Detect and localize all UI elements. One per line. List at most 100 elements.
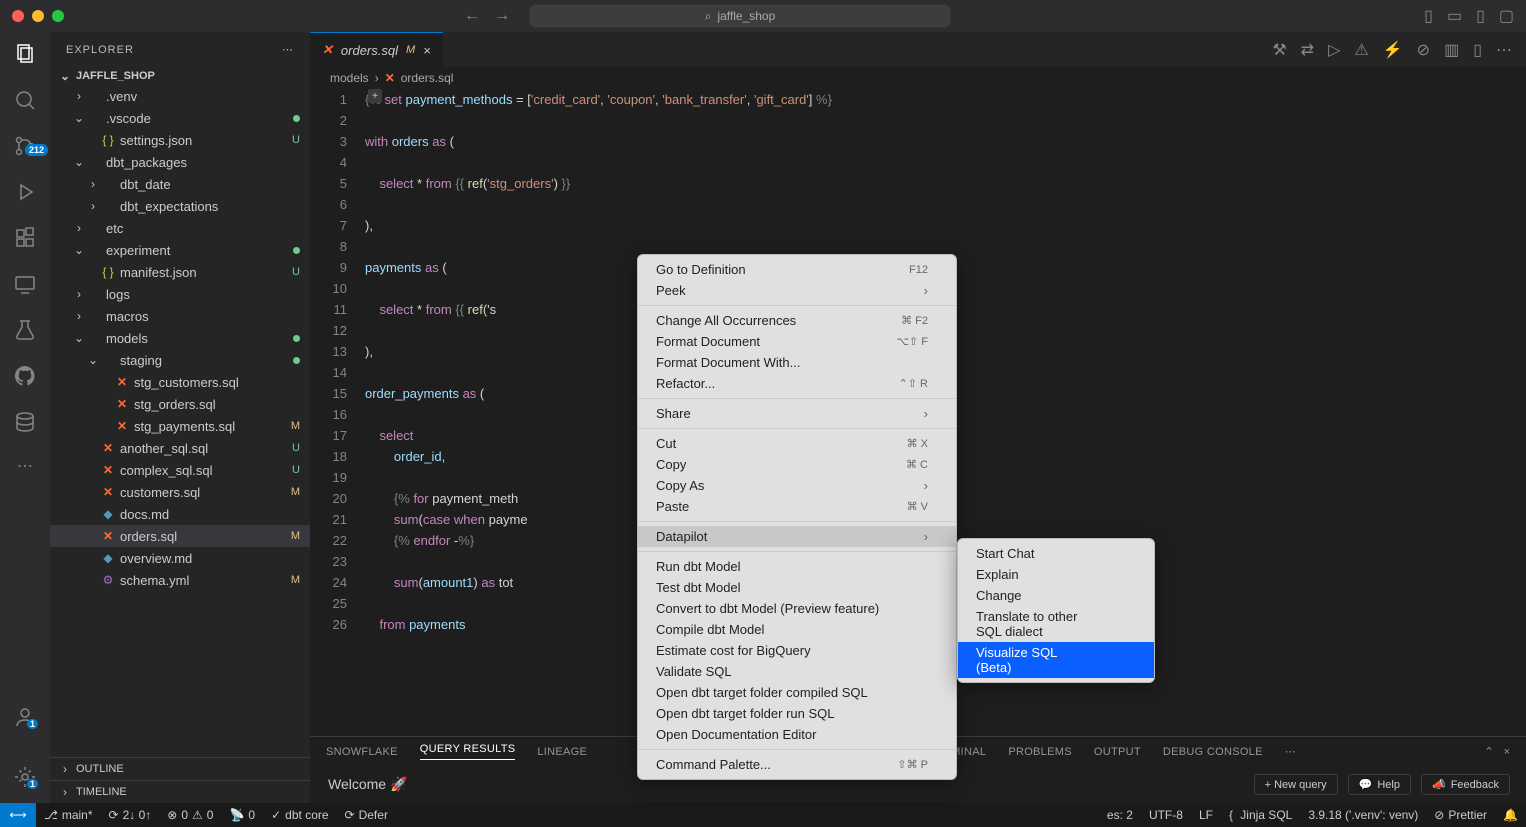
remote-explorer-icon[interactable]: [13, 272, 37, 296]
tree-item[interactable]: ⚙schema.ymlM: [50, 569, 310, 591]
layout-customize-icon[interactable]: ▢: [1499, 6, 1514, 26]
prettier-indicator[interactable]: ⊘ Prettier: [1426, 808, 1495, 822]
menu-item[interactable]: Explain: [958, 564, 1154, 585]
extensions-icon[interactable]: [13, 226, 37, 250]
encoding-indicator[interactable]: UTF-8: [1141, 808, 1191, 822]
scm-icon[interactable]: 212: [13, 134, 37, 158]
menu-item[interactable]: Command Palette...⇧⌘ P: [638, 754, 956, 775]
problems-indicator[interactable]: ⊗ 0 ⚠ 0: [159, 808, 221, 822]
menu-item[interactable]: Convert to dbt Model (Preview feature): [638, 598, 956, 619]
eol-indicator[interactable]: LF: [1191, 808, 1221, 822]
menu-item[interactable]: Peek›: [638, 280, 956, 301]
workspace-root[interactable]: ⌄JAFFLE_SHOP: [50, 67, 310, 85]
tree-item[interactable]: ›logs: [50, 283, 310, 305]
nav-back-icon[interactable]: ←: [464, 7, 480, 25]
github-icon[interactable]: [13, 364, 37, 388]
panel-tab-query-results[interactable]: QUERY RESULTS: [420, 743, 516, 760]
menu-item[interactable]: Copy⌘ C: [638, 454, 956, 475]
menu-item[interactable]: Open dbt target folder run SQL: [638, 703, 956, 724]
defer-indicator[interactable]: ⟳ Defer: [337, 808, 396, 822]
more-icon[interactable]: ⋯: [17, 456, 33, 476]
menu-item[interactable]: Open dbt target folder compiled SQL: [638, 682, 956, 703]
close-tab-icon[interactable]: ×: [423, 43, 431, 58]
nav-forward-icon[interactable]: →: [494, 7, 510, 25]
run-icon[interactable]: ⚒: [1272, 40, 1286, 60]
panel-tab-debug-console[interactable]: DEBUG CONSOLE: [1163, 746, 1263, 758]
tab-orders-sql[interactable]: ✕ orders.sql M ×: [310, 32, 443, 67]
play-icon[interactable]: ▷: [1328, 40, 1340, 60]
split-icon[interactable]: ▥: [1444, 40, 1459, 60]
panel-tab-output[interactable]: OUTPUT: [1094, 746, 1141, 758]
tree-item[interactable]: ◆overview.md: [50, 547, 310, 569]
validate-icon[interactable]: ⊘: [1417, 40, 1430, 60]
account-icon[interactable]: 1: [13, 705, 37, 729]
menu-item[interactable]: Run dbt Model: [638, 556, 956, 577]
run-debug-icon[interactable]: ⚡: [1383, 40, 1403, 60]
menu-item[interactable]: Go to DefinitionF12: [638, 259, 956, 280]
layout-left-icon[interactable]: ▯: [1424, 6, 1433, 26]
bug-icon[interactable]: ⚠: [1354, 40, 1368, 60]
tree-item[interactable]: ›etc: [50, 217, 310, 239]
python-indicator[interactable]: 3.9.18 ('.venv': venv): [1300, 808, 1426, 822]
branch-indicator[interactable]: ⎇ main*: [36, 808, 101, 822]
close-window-button[interactable]: [12, 10, 24, 22]
tree-item[interactable]: ⌄staging: [50, 349, 310, 371]
radio-indicator[interactable]: 📡 0: [221, 808, 263, 822]
tree-item[interactable]: ›macros: [50, 305, 310, 327]
menu-item[interactable]: Format Document With...: [638, 352, 956, 373]
menu-item[interactable]: Estimate cost for BigQuery: [638, 640, 956, 661]
menu-item[interactable]: Change All Occurrences⌘ F2: [638, 310, 956, 331]
tree-item[interactable]: ✕stg_orders.sql: [50, 393, 310, 415]
tree-item[interactable]: ◆docs.md: [50, 503, 310, 525]
tree-item[interactable]: ✕stg_payments.sqlM: [50, 415, 310, 437]
menu-item[interactable]: Test dbt Model: [638, 577, 956, 598]
tree-item[interactable]: ⌄.vscode: [50, 107, 310, 129]
feedback-button[interactable]: 📣Feedback: [1421, 774, 1510, 795]
tree-item[interactable]: ›.venv: [50, 85, 310, 107]
settings-icon[interactable]: 1: [13, 765, 37, 789]
command-center[interactable]: ⌕ jaffle_shop: [530, 5, 950, 27]
help-button[interactable]: 💬Help: [1348, 774, 1411, 795]
menu-item[interactable]: Open Documentation Editor: [638, 724, 956, 745]
more-icon[interactable]: ⋯: [282, 43, 294, 56]
close-panel-icon[interactable]: ×: [1504, 746, 1510, 758]
search-icon[interactable]: [13, 88, 37, 112]
debug-icon[interactable]: [13, 180, 37, 204]
tree-item[interactable]: ⌄dbt_packages: [50, 151, 310, 173]
tree-item[interactable]: { }settings.jsonU: [50, 129, 310, 151]
panel-tab-lineage[interactable]: LINEAGE: [537, 746, 587, 758]
menu-item[interactable]: Paste⌘ V: [638, 496, 956, 517]
menu-item[interactable]: Validate SQL: [638, 661, 956, 682]
layout-right-icon[interactable]: ▯: [1476, 6, 1485, 26]
layout-icon[interactable]: ▯: [1473, 40, 1482, 60]
panel-tab-problems[interactable]: PROBLEMS: [1008, 746, 1072, 758]
testing-icon[interactable]: [13, 318, 37, 342]
chevron-up-icon[interactable]: ⌃: [1484, 745, 1493, 758]
outline-section[interactable]: ›OUTLINE: [50, 757, 310, 780]
notifications-icon[interactable]: 🔔: [1495, 808, 1526, 822]
menu-item[interactable]: Copy As›: [638, 475, 956, 496]
sync-indicator[interactable]: ⟳ 2↓ 0↑: [101, 808, 160, 822]
explorer-icon[interactable]: [13, 42, 37, 66]
breadcrumb[interactable]: models › ✕ orders.sql: [310, 67, 1526, 89]
new-query-button[interactable]: + New query: [1254, 774, 1338, 795]
database-icon[interactable]: [13, 410, 37, 434]
tree-item[interactable]: ✕orders.sqlM: [50, 525, 310, 547]
menu-item[interactable]: Refactor...⌃⇧ R: [638, 373, 956, 394]
more-icon[interactable]: ⋯: [1496, 40, 1512, 60]
panel-tab-snowflake[interactable]: SNOWFLAKE: [326, 746, 398, 758]
menu-item[interactable]: Compile dbt Model: [638, 619, 956, 640]
timeline-section[interactable]: ›TIMELINE: [50, 780, 310, 803]
tree-item[interactable]: ✕customers.sqlM: [50, 481, 310, 503]
tree-item[interactable]: ›dbt_expectations: [50, 195, 310, 217]
minimize-window-button[interactable]: [32, 10, 44, 22]
dbt-core-indicator[interactable]: ✓ dbt core: [263, 808, 336, 822]
tree-item[interactable]: ✕complex_sql.sqlU: [50, 459, 310, 481]
tree-item[interactable]: ⌄models: [50, 327, 310, 349]
language-indicator[interactable]: { Jinja SQL: [1221, 808, 1300, 822]
remote-indicator[interactable]: ⟷: [0, 803, 36, 827]
menu-item[interactable]: Visualize SQL (Beta): [958, 642, 1154, 678]
menu-item[interactable]: Datapilot›: [638, 526, 956, 547]
compare-icon[interactable]: ⇄: [1301, 40, 1314, 60]
more-icon[interactable]: ⋯: [1285, 745, 1296, 758]
